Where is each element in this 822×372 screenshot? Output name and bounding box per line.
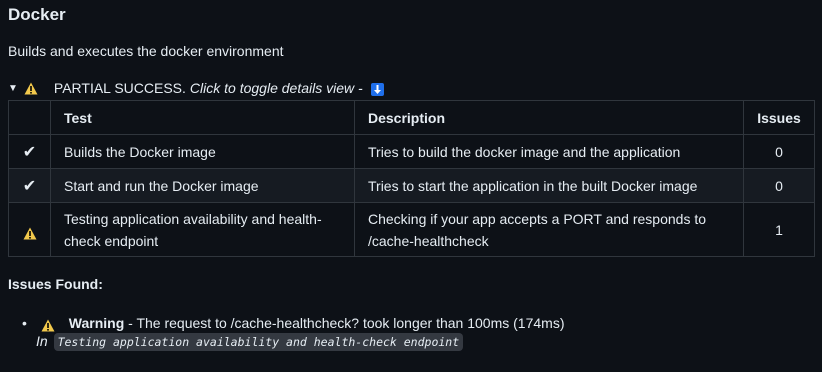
- row-description: Checking if your app accepts a PORT and …: [354, 202, 744, 257]
- toggle-hint[interactable]: Click to toggle details view -: [190, 80, 363, 96]
- issue-location-prefix: In: [36, 333, 48, 349]
- column-header-description: Description: [354, 100, 744, 135]
- row-test: Testing application availability and hea…: [50, 202, 355, 257]
- row-issues: 1: [743, 202, 815, 257]
- issue-message: - The request to /cache-healthcheck? too…: [124, 315, 565, 331]
- row-issues: 0: [743, 168, 815, 203]
- down-arrow-icon[interactable]: [370, 82, 384, 96]
- table-row: ✔ Start and run the Docker image Tries t…: [8, 168, 815, 203]
- results-table: Test Description Issues ✔ Builds the Doc…: [8, 100, 815, 257]
- row-description: Tries to start the application in the bu…: [354, 168, 744, 203]
- table-header-row: Test Description Issues: [8, 100, 815, 135]
- details-toggle[interactable]: ▼ PARTIAL SUCCESS. Click to toggle detai…: [8, 80, 384, 96]
- check-icon: ✔: [22, 177, 37, 195]
- warning-icon: [24, 82, 38, 95]
- issue-location-code: Testing application availability and hea…: [53, 333, 464, 351]
- status-label: PARTIAL SUCCESS.: [53, 80, 186, 96]
- issue-item: • Warning - The request to /cache-health…: [22, 313, 565, 334]
- row-status-cell: [8, 202, 51, 257]
- page-title: Docker: [8, 5, 66, 24]
- check-icon: ✔: [22, 143, 37, 161]
- column-header-status: [8, 100, 51, 135]
- row-status-cell: ✔: [8, 168, 51, 203]
- disclosure-triangle-icon[interactable]: ▼: [8, 83, 18, 94]
- row-test: Start and run the Docker image: [50, 168, 355, 203]
- warning-icon: [23, 224, 37, 240]
- issue-location: In Testing application availability and …: [36, 333, 464, 351]
- page-description: Builds and executes the docker environme…: [8, 43, 284, 59]
- column-header-issues: Issues: [743, 100, 815, 135]
- bullet: •: [22, 315, 27, 331]
- warning-icon: [41, 317, 55, 332]
- row-issues: 0: [743, 134, 815, 169]
- issue-level: Warning: [68, 315, 125, 331]
- docker-report: Docker Builds and executes the docker en…: [0, 0, 822, 372]
- row-test: Builds the Docker image: [50, 134, 355, 169]
- row-status-cell: ✔: [8, 134, 51, 169]
- table-row: ✔ Builds the Docker image Tries to build…: [8, 134, 815, 169]
- row-description: Tries to build the docker image and the …: [354, 134, 744, 169]
- column-header-test: Test: [50, 100, 355, 135]
- table-row: Testing application availability and hea…: [8, 202, 815, 257]
- issues-heading: Issues Found:: [8, 276, 103, 292]
